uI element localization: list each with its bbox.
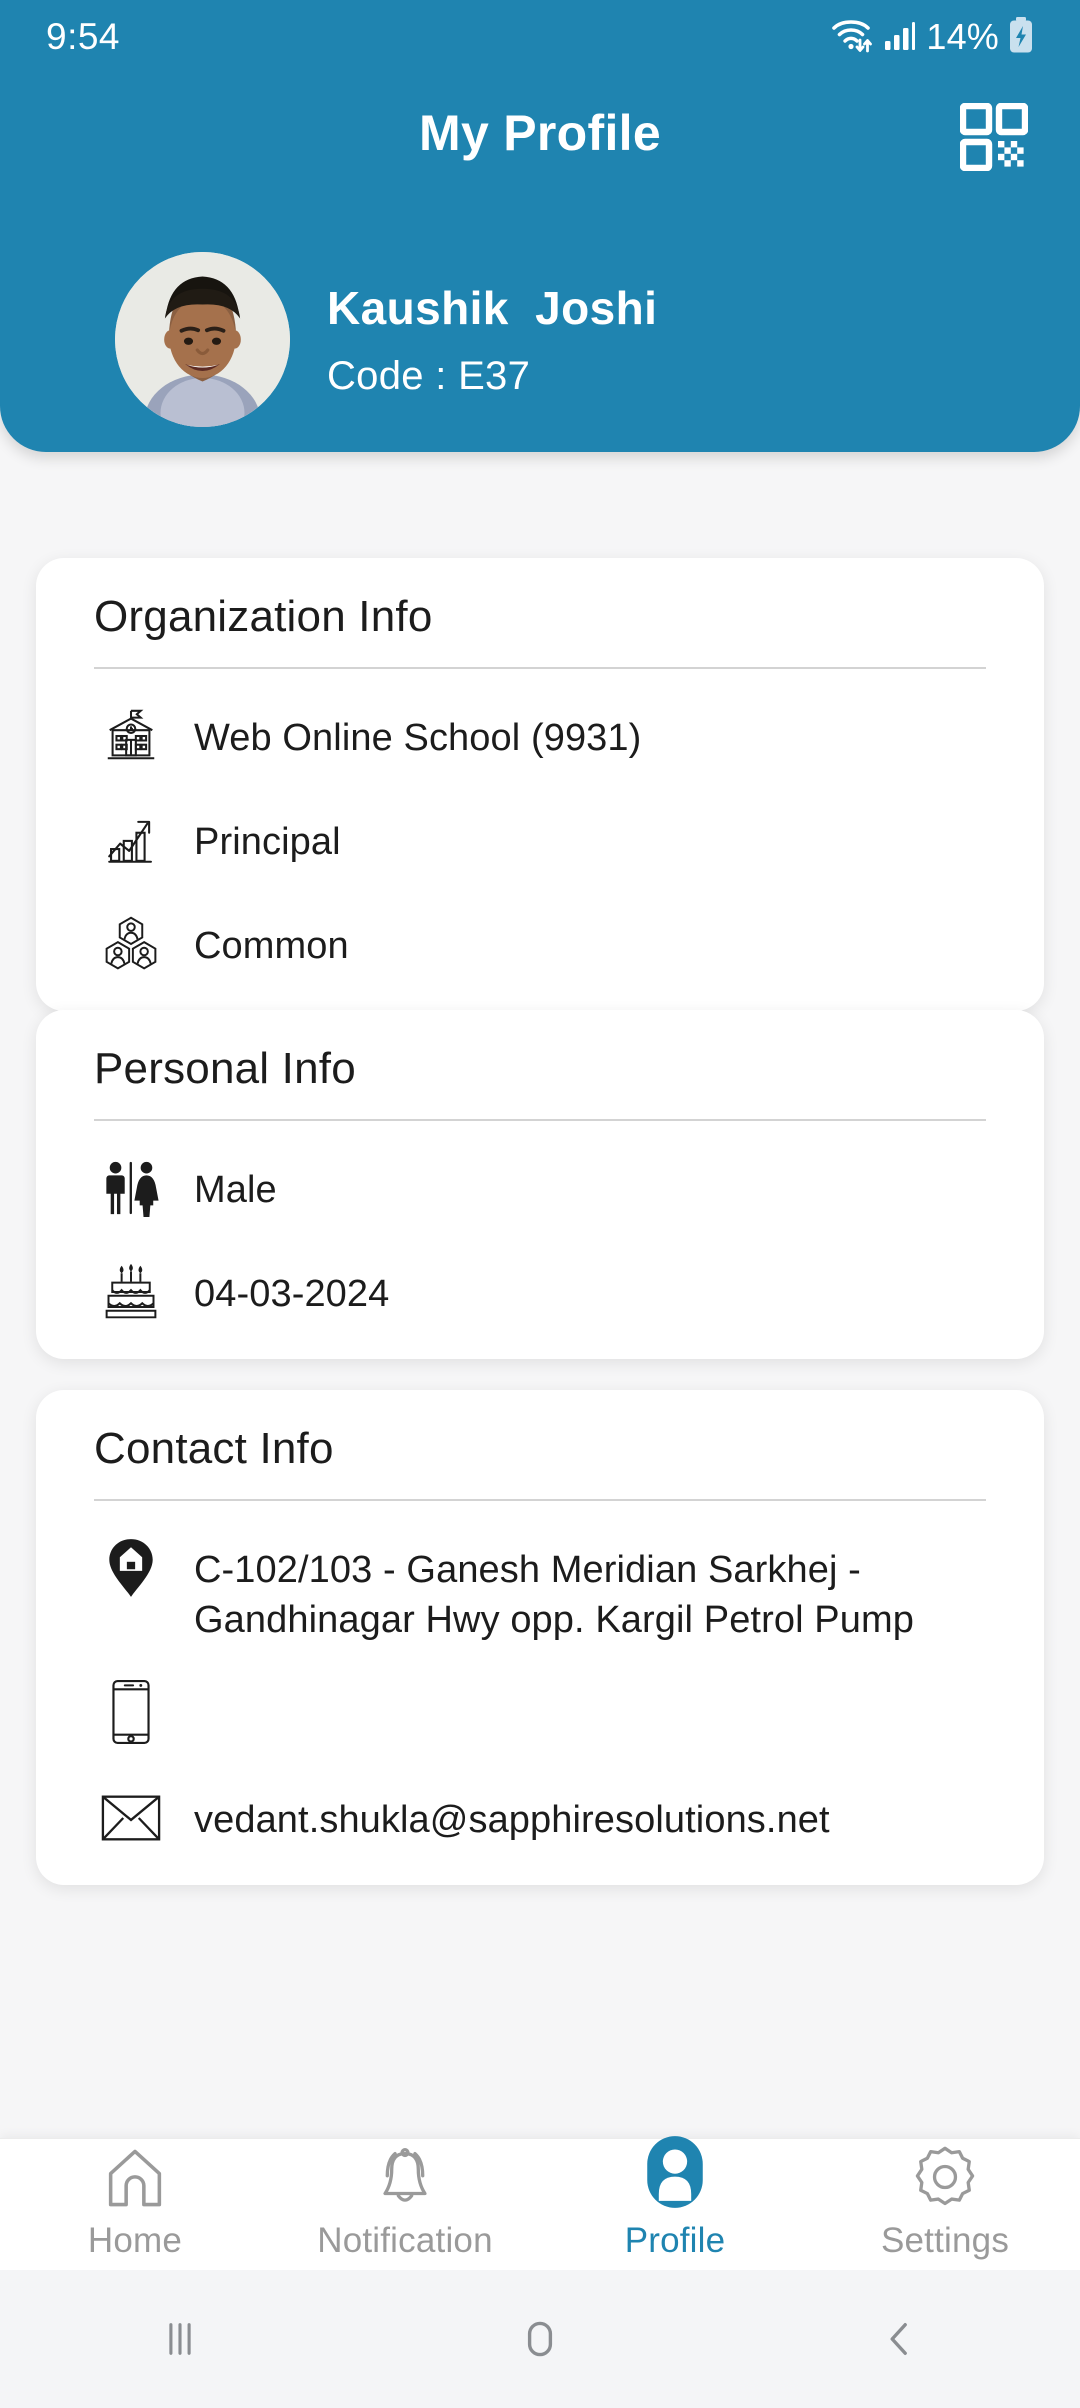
bell-icon bbox=[372, 2147, 438, 2209]
nav-label-notification: Notification bbox=[317, 2220, 493, 2260]
birthday-cake-icon bbox=[94, 1255, 168, 1329]
back-chevron-icon[interactable] bbox=[720, 2313, 1080, 2365]
contact-info-title: Contact Info bbox=[94, 1424, 334, 1473]
divider bbox=[94, 1119, 986, 1121]
home-icon bbox=[101, 2149, 169, 2209]
personal-row-gender[interactable]: Male bbox=[72, 1151, 1008, 1225]
school-building-icon bbox=[94, 699, 168, 773]
page-title: My Profile bbox=[419, 105, 661, 161]
qr-code-icon[interactable] bbox=[959, 102, 1029, 172]
avatar[interactable] bbox=[115, 252, 290, 427]
org-school-value: Web Online School (9931) bbox=[194, 717, 642, 759]
wifi-icon bbox=[830, 15, 874, 60]
nav-label-profile: Profile bbox=[624, 2220, 726, 2260]
org-category-value: Common bbox=[194, 925, 349, 967]
organization-info-card: Organization Info Web Online School (993… bbox=[36, 558, 1044, 1011]
user-group-icon bbox=[94, 907, 168, 981]
org-row-category[interactable]: Common bbox=[72, 907, 1008, 981]
personal-row-birthdate[interactable]: 04-03-2024 bbox=[72, 1255, 1008, 1329]
contact-info-card: Contact Info C-102/103 - Ganesh Meridian… bbox=[36, 1390, 1044, 1886]
contact-row-email[interactable]: vedant.shukla@sapphiresolutions.net bbox=[72, 1781, 1008, 1855]
home-location-pin-icon bbox=[94, 1531, 168, 1605]
app-bar: My Profile bbox=[0, 78, 1080, 188]
profile-code: Code : E37 bbox=[327, 353, 531, 398]
status-clock: 9:54 bbox=[46, 16, 121, 57]
profile-name: Kaushik Joshi bbox=[327, 281, 658, 334]
personal-birthdate-value: 04-03-2024 bbox=[194, 1273, 390, 1315]
person-icon bbox=[646, 2135, 704, 2209]
app-header: 9:54 14% My Profile Kaushik Joshi Code:… bbox=[0, 0, 1080, 452]
profile-summary: Kaushik Joshi Code : E37 bbox=[0, 252, 1080, 427]
nav-item-home[interactable]: Home bbox=[0, 2149, 270, 2261]
personal-info-title: Personal Info bbox=[94, 1044, 356, 1093]
home-circle-icon[interactable] bbox=[360, 2313, 720, 2365]
bottom-navigation-bar: Home Notification Profile Settings bbox=[0, 2135, 1080, 2270]
contact-row-phone[interactable] bbox=[72, 1675, 1008, 1751]
battery-charging-icon bbox=[1008, 16, 1034, 59]
recents-icon[interactable] bbox=[0, 2313, 360, 2365]
org-row-school[interactable]: Web Online School (9931) bbox=[72, 699, 1008, 773]
mobile-phone-icon bbox=[94, 1675, 168, 1749]
gear-icon bbox=[912, 2146, 978, 2209]
personal-gender-value: Male bbox=[194, 1169, 277, 1211]
organization-info-title: Organization Info bbox=[94, 592, 433, 641]
nav-item-notification[interactable]: Notification bbox=[270, 2147, 540, 2261]
gender-icon bbox=[94, 1151, 168, 1225]
nav-label-home: Home bbox=[87, 2220, 183, 2260]
status-indicators: 14% bbox=[830, 15, 1034, 60]
status-bar: 9:54 14% bbox=[0, 0, 1080, 74]
nav-label-settings: Settings bbox=[880, 2220, 1010, 2260]
org-designation-value: Principal bbox=[194, 821, 341, 863]
system-navigation-bar bbox=[0, 2270, 1080, 2408]
divider bbox=[94, 1499, 986, 1501]
phone-screen: 9:54 14% My Profile Kaushik Joshi Code:… bbox=[0, 0, 1080, 2408]
personal-info-card: Personal Info Male 04-03-2024 bbox=[36, 1010, 1044, 1359]
cellular-signal-icon bbox=[883, 18, 917, 57]
contact-email-value: vedant.shukla@sapphiresolutions.net bbox=[194, 1799, 830, 1842]
envelope-icon bbox=[94, 1781, 168, 1855]
nav-item-settings[interactable]: Settings bbox=[810, 2146, 1080, 2261]
profile-text-block: Kaushik Joshi Code : E37 bbox=[327, 281, 657, 399]
contact-address-value: C-102/103 - Ganesh Meridian Sarkhej - Ga… bbox=[194, 1549, 914, 1642]
growth-chart-icon bbox=[94, 803, 168, 877]
org-row-designation[interactable]: Principal bbox=[72, 803, 1008, 877]
divider bbox=[94, 667, 986, 669]
contact-row-address[interactable]: C-102/103 - Ganesh Meridian Sarkhej - Ga… bbox=[72, 1531, 1008, 1645]
battery-percent-label: 14% bbox=[926, 16, 999, 57]
nav-item-profile[interactable]: Profile bbox=[540, 2135, 810, 2261]
